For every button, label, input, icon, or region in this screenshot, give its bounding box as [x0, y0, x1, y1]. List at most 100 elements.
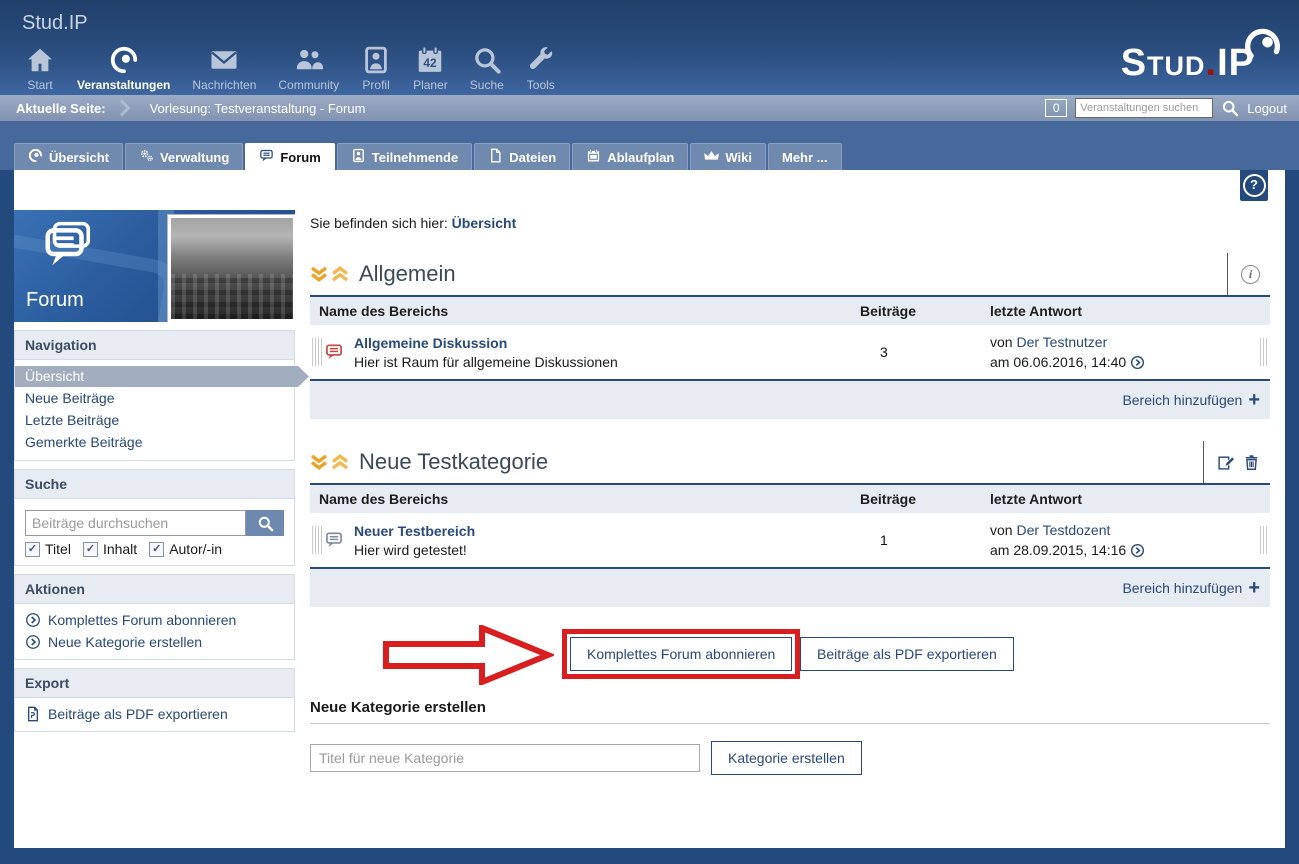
collapse-up-icon[interactable]: [331, 454, 349, 470]
area-link[interactable]: Neuer Testbereich: [354, 523, 475, 539]
tab-forum[interactable]: Forum: [245, 143, 335, 170]
tab-mehr[interactable]: Mehr ...: [767, 143, 842, 170]
table-row: Allgemeine Diskussion Hier ist Raum für …: [310, 325, 1270, 381]
table-row: Neuer Testbereich Hier wird getestet! 1 …: [310, 513, 1270, 569]
tab-ablaufplan[interactable]: Ablaufplan: [572, 143, 689, 170]
forum-banner: Forum: [14, 210, 295, 322]
plus-icon[interactable]: [1248, 578, 1260, 598]
actions-box-title: Aktionen: [15, 575, 294, 604]
export-pdf-button[interactable]: Beiträge als PDF exportieren: [800, 637, 1014, 671]
checkbox-checked-icon: [149, 541, 165, 557]
last-answer-cell: von Der Testdozent am 28.09.2015, 14:16: [990, 520, 1270, 560]
participants-icon: [351, 148, 366, 166]
subscribe-forum-link[interactable]: Komplettes Forum abonnieren: [15, 609, 294, 631]
content-area: Forum Navigation Übersicht Neue Beiträge…: [14, 170, 1285, 848]
search-icon[interactable]: [1221, 99, 1239, 117]
create-category-button[interactable]: Kategorie erstellen: [711, 741, 862, 775]
column-name: Name des Bereichs: [319, 303, 449, 319]
goto-post-icon[interactable]: [1130, 543, 1145, 558]
plus-icon[interactable]: [1248, 390, 1260, 410]
tab-wiki[interactable]: Wiki: [690, 143, 766, 170]
breadcrumb-label: Aktuelle Seite:: [16, 100, 106, 116]
forum-bubble-icon: [259, 148, 274, 166]
nav-item-label: Profil: [362, 78, 390, 92]
new-category-title-input[interactable]: [310, 744, 700, 772]
arrow-circle-icon: [26, 635, 40, 649]
home-icon: [25, 45, 55, 75]
sidebar-title: Forum: [26, 289, 84, 311]
collapse-down-icon[interactable]: [310, 266, 328, 282]
info-icon[interactable]: [1241, 264, 1260, 284]
subscribe-forum-button[interactable]: Komplettes Forum abonnieren: [570, 637, 793, 671]
trash-icon[interactable]: [1243, 454, 1260, 471]
forum-search-input[interactable]: [25, 510, 246, 536]
sidebar-item-uebersicht[interactable]: Übersicht: [15, 366, 309, 387]
studip-logo: Stud.IP: [1121, 44, 1255, 82]
new-category-section: Neue Kategorie erstellen Kategorie erste…: [310, 699, 1270, 775]
nav-item-start[interactable]: Start: [14, 45, 66, 92]
breadcrumb-chevron-icon: [113, 99, 131, 117]
drag-handle[interactable]: [1260, 338, 1268, 366]
nav-item-profil[interactable]: Profil: [350, 45, 402, 92]
checkbox-titel[interactable]: Titel: [25, 541, 71, 557]
schedule-icon: [586, 148, 601, 166]
search-icon: [472, 45, 502, 75]
checkbox-inhalt[interactable]: Inhalt: [82, 541, 138, 557]
nav-item-tools[interactable]: Tools: [515, 45, 567, 92]
nav-item-community[interactable]: Community: [267, 45, 350, 92]
logo-text: Stud: [1120, 42, 1206, 84]
new-category-heading: Neue Kategorie erstellen: [310, 699, 1270, 724]
checkbox-label: Inhalt: [102, 541, 138, 557]
area-description: Hier wird getestet!: [354, 541, 467, 558]
goto-post-icon[interactable]: [1130, 355, 1145, 370]
location-link[interactable]: Übersicht: [452, 215, 517, 231]
pdf-export-icon: [28, 706, 38, 722]
create-category-link[interactable]: Neue Kategorie erstellen: [15, 631, 294, 653]
nav-item-label: Suche: [469, 78, 504, 92]
nav-item-planer[interactable]: 42 Planer: [402, 45, 459, 92]
studip-page: Stud.IP Start Veranstaltungen Nachrichte…: [0, 0, 1299, 864]
forum-area-unread-icon: [326, 344, 342, 360]
area-link[interactable]: Allgemeine Diskussion: [354, 335, 618, 351]
logout-link[interactable]: Logout: [1247, 101, 1287, 116]
sidebar-item-letzte-beitraege[interactable]: Letzte Beiträge: [15, 410, 294, 431]
red-highlight-box: Komplettes Forum abonnieren: [562, 629, 801, 679]
tab-label: Teilnehmende: [371, 149, 459, 165]
tab-label: Mehr ...: [781, 149, 828, 165]
nav-item-veranstaltungen[interactable]: Veranstaltungen: [66, 45, 181, 92]
drag-handle[interactable]: [312, 526, 322, 554]
action-label: Komplettes Forum abonnieren: [48, 612, 237, 628]
author-link[interactable]: Der Testnutzer: [1016, 334, 1107, 350]
nav-item-suche[interactable]: Suche: [459, 45, 515, 92]
checkbox-autor[interactable]: Autor/-in: [149, 541, 222, 557]
collapse-up-icon[interactable]: [331, 266, 349, 282]
tab-uebersicht[interactable]: Übersicht: [14, 143, 123, 170]
main-column: Sie befinden sich hier: Übersicht Allgem…: [310, 170, 1270, 775]
tab-label: Verwaltung: [159, 149, 230, 165]
add-area-link[interactable]: Bereich hinzufügen: [1122, 392, 1242, 408]
sidebar-item-gemerkte-beitraege[interactable]: Gemerkte Beiträge: [15, 432, 294, 453]
course-search-input[interactable]: [1075, 98, 1214, 118]
checkbox-label: Titel: [45, 541, 71, 557]
area-description: Hier ist Raum für allgemeine Diskussione…: [354, 353, 618, 370]
message-counter[interactable]: 0: [1045, 99, 1068, 117]
posts-count: 3: [880, 344, 888, 360]
navigation-box-title: Navigation: [15, 331, 294, 360]
export-pdf-link[interactable]: Beiträge als PDF exportieren: [15, 703, 294, 725]
column-posts: Beiträge: [860, 491, 917, 507]
tab-dateien[interactable]: Dateien: [474, 143, 571, 170]
wiki-crown-icon: [704, 148, 720, 166]
sidebar-item-neue-beitraege[interactable]: Neue Beiträge: [15, 388, 294, 409]
edit-icon[interactable]: [1217, 454, 1234, 471]
drag-handle[interactable]: [312, 338, 322, 366]
add-area-link[interactable]: Bereich hinzufügen: [1122, 580, 1242, 596]
breadcrumb: Sie befinden sich hier: Übersicht: [310, 215, 1270, 231]
tab-verwaltung[interactable]: Verwaltung: [124, 143, 244, 170]
drag-handle[interactable]: [1260, 526, 1268, 554]
nav-item-nachrichten[interactable]: Nachrichten: [181, 45, 267, 92]
author-link[interactable]: Der Testdozent: [1016, 522, 1110, 538]
forum-search-button[interactable]: [246, 510, 284, 536]
tab-label: Ablaufplan: [607, 149, 675, 165]
tab-teilnehmende[interactable]: Teilnehmende: [336, 143, 473, 170]
collapse-down-icon[interactable]: [310, 454, 328, 470]
